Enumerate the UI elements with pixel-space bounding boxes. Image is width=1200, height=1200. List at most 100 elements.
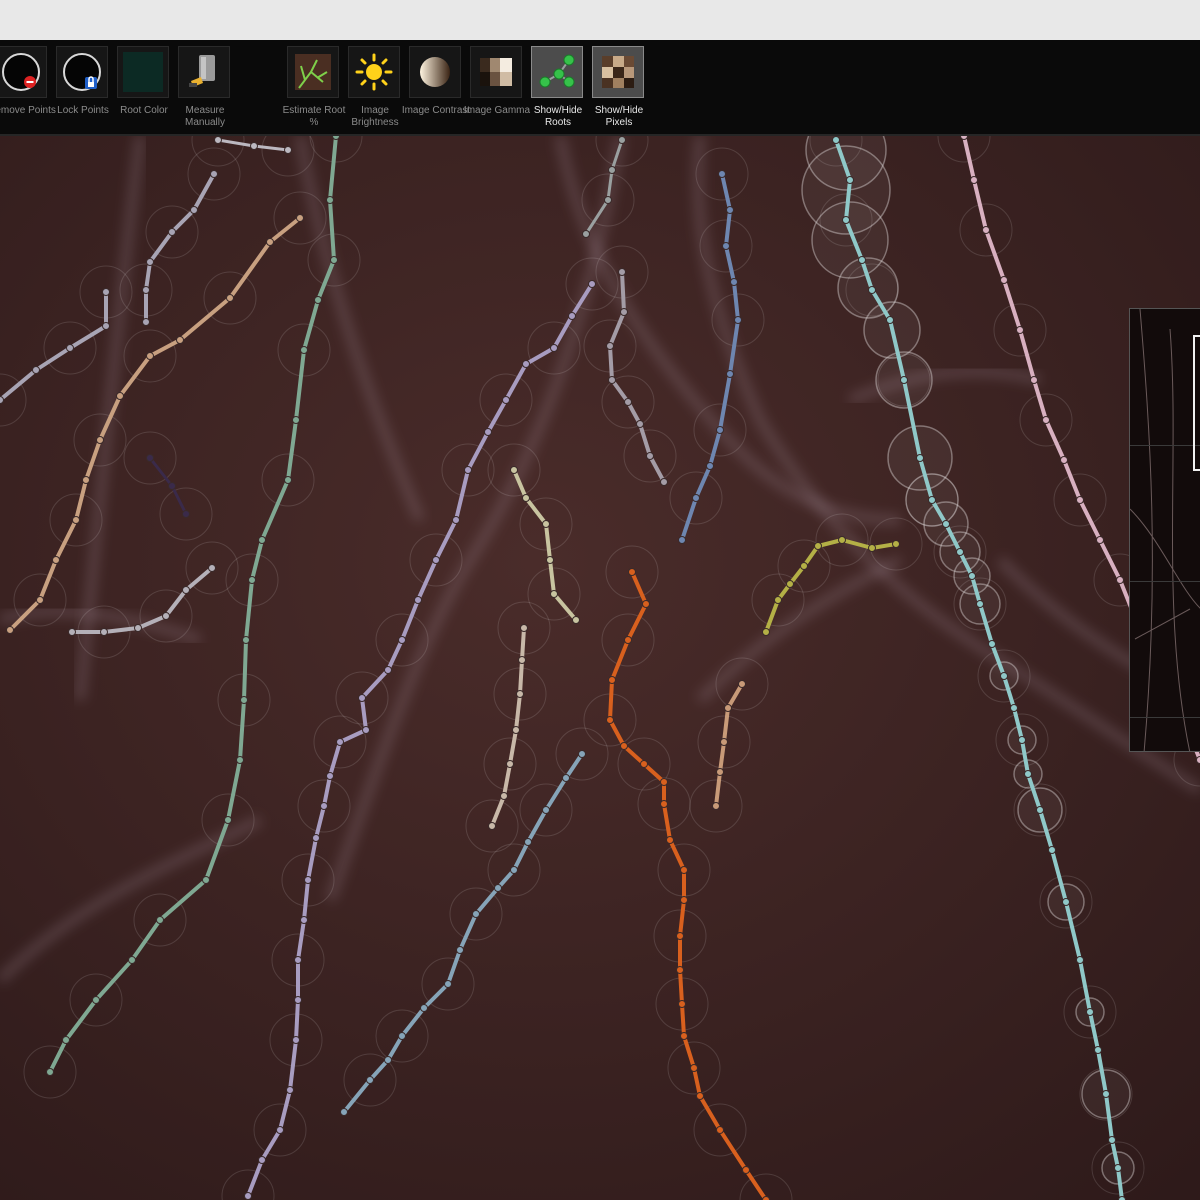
- root-point[interactable]: [550, 344, 558, 352]
- root-point[interactable]: [240, 696, 248, 704]
- root-point[interactable]: [624, 398, 632, 406]
- root-point[interactable]: [142, 318, 150, 326]
- root-point[interactable]: [362, 726, 370, 734]
- root-point[interactable]: [692, 494, 700, 502]
- root-point[interactable]: [988, 640, 996, 648]
- root-point[interactable]: [892, 540, 900, 548]
- root-point[interactable]: [384, 1056, 392, 1064]
- root-point[interactable]: [1018, 736, 1026, 744]
- root-point[interactable]: [642, 600, 650, 608]
- image-contrast-button[interactable]: Image Contrast: [402, 46, 470, 132]
- root-point[interactable]: [162, 612, 170, 620]
- root-point[interactable]: [190, 206, 198, 214]
- root-point[interactable]: [1016, 326, 1024, 334]
- root-point[interactable]: [484, 428, 492, 436]
- root-point[interactable]: [1076, 496, 1084, 504]
- root-point[interactable]: [1060, 456, 1068, 464]
- root-point[interactable]: [706, 462, 714, 470]
- root-point[interactable]: [266, 238, 274, 246]
- root-point[interactable]: [720, 738, 728, 746]
- root-point[interactable]: [868, 286, 876, 294]
- root-point[interactable]: [294, 956, 302, 964]
- root-point[interactable]: [734, 316, 742, 324]
- root-point[interactable]: [916, 454, 924, 462]
- root-point[interactable]: [208, 564, 216, 572]
- root-point[interactable]: [258, 1156, 266, 1164]
- root-point[interactable]: [678, 536, 686, 544]
- root-point[interactable]: [618, 268, 626, 276]
- root-point[interactable]: [464, 466, 472, 474]
- root-point[interactable]: [284, 476, 292, 484]
- root-point[interactable]: [640, 760, 648, 768]
- image-brightness-button[interactable]: Image Brightness: [347, 46, 403, 132]
- root-point[interactable]: [542, 520, 550, 528]
- root-point[interactable]: [1094, 1046, 1102, 1054]
- root-point[interactable]: [66, 344, 74, 352]
- root-point[interactable]: [742, 1166, 750, 1174]
- root-point[interactable]: [608, 376, 616, 384]
- root-point[interactable]: [500, 792, 508, 800]
- root-point[interactable]: [620, 308, 628, 316]
- root-point[interactable]: [456, 946, 464, 954]
- root-point[interactable]: [582, 230, 590, 238]
- root-point[interactable]: [300, 916, 308, 924]
- root-point[interactable]: [660, 478, 668, 486]
- root-point[interactable]: [676, 932, 684, 940]
- root-point[interactable]: [774, 596, 782, 604]
- remove-points-button[interactable]: Remove Points: [0, 46, 56, 132]
- root-point[interactable]: [520, 624, 528, 632]
- root-point[interactable]: [726, 370, 734, 378]
- root-point[interactable]: [562, 774, 570, 782]
- root-point[interactable]: [1048, 846, 1056, 854]
- show-hide-pixels-button[interactable]: Show/Hide Pixels: [591, 46, 647, 132]
- root-point[interactable]: [116, 392, 124, 400]
- root-point[interactable]: [620, 742, 628, 750]
- root-point[interactable]: [286, 1086, 294, 1094]
- root-point[interactable]: [0, 396, 4, 404]
- root-point[interactable]: [62, 1036, 70, 1044]
- root-point[interactable]: [976, 600, 984, 608]
- root-point[interactable]: [608, 676, 616, 684]
- root-point[interactable]: [510, 466, 518, 474]
- root-point[interactable]: [858, 256, 866, 264]
- root-color-button[interactable]: Root Color: [116, 46, 172, 132]
- root-point[interactable]: [716, 1126, 724, 1134]
- root-point[interactable]: [718, 170, 726, 178]
- root-point[interactable]: [314, 296, 322, 304]
- root-point[interactable]: [1042, 416, 1050, 424]
- root-point[interactable]: [1000, 276, 1008, 284]
- root-point[interactable]: [680, 866, 688, 874]
- root-point[interactable]: [102, 288, 110, 296]
- root-point[interactable]: [296, 214, 304, 222]
- root-point[interactable]: [1196, 756, 1200, 764]
- root-point[interactable]: [156, 916, 164, 924]
- root-point[interactable]: [244, 1192, 252, 1200]
- root-point[interactable]: [92, 996, 100, 1004]
- root-point[interactable]: [326, 772, 334, 780]
- minimap-viewport-rectangle[interactable]: [1193, 335, 1200, 471]
- root-point[interactable]: [292, 1036, 300, 1044]
- root-point[interactable]: [696, 1092, 704, 1100]
- root-point[interactable]: [488, 822, 496, 830]
- root-point[interactable]: [294, 996, 302, 1004]
- root-point[interactable]: [712, 802, 720, 810]
- root-point[interactable]: [546, 556, 554, 564]
- root-point[interactable]: [624, 636, 632, 644]
- root-point[interactable]: [1116, 576, 1124, 584]
- root-point[interactable]: [726, 206, 734, 214]
- root-point[interactable]: [676, 966, 684, 974]
- root-point[interactable]: [326, 196, 334, 204]
- root-point[interactable]: [588, 280, 596, 288]
- root-point[interactable]: [182, 586, 190, 594]
- root-point[interactable]: [578, 750, 586, 758]
- root-point[interactable]: [72, 516, 80, 524]
- root-point[interactable]: [518, 656, 526, 664]
- root-point[interactable]: [506, 760, 514, 768]
- root-point[interactable]: [134, 624, 142, 632]
- root-point[interactable]: [738, 680, 746, 688]
- root-point[interactable]: [604, 196, 612, 204]
- root-point[interactable]: [292, 416, 300, 424]
- root-point[interactable]: [762, 1196, 770, 1200]
- root-point[interactable]: [142, 286, 150, 294]
- root-point[interactable]: [300, 346, 308, 354]
